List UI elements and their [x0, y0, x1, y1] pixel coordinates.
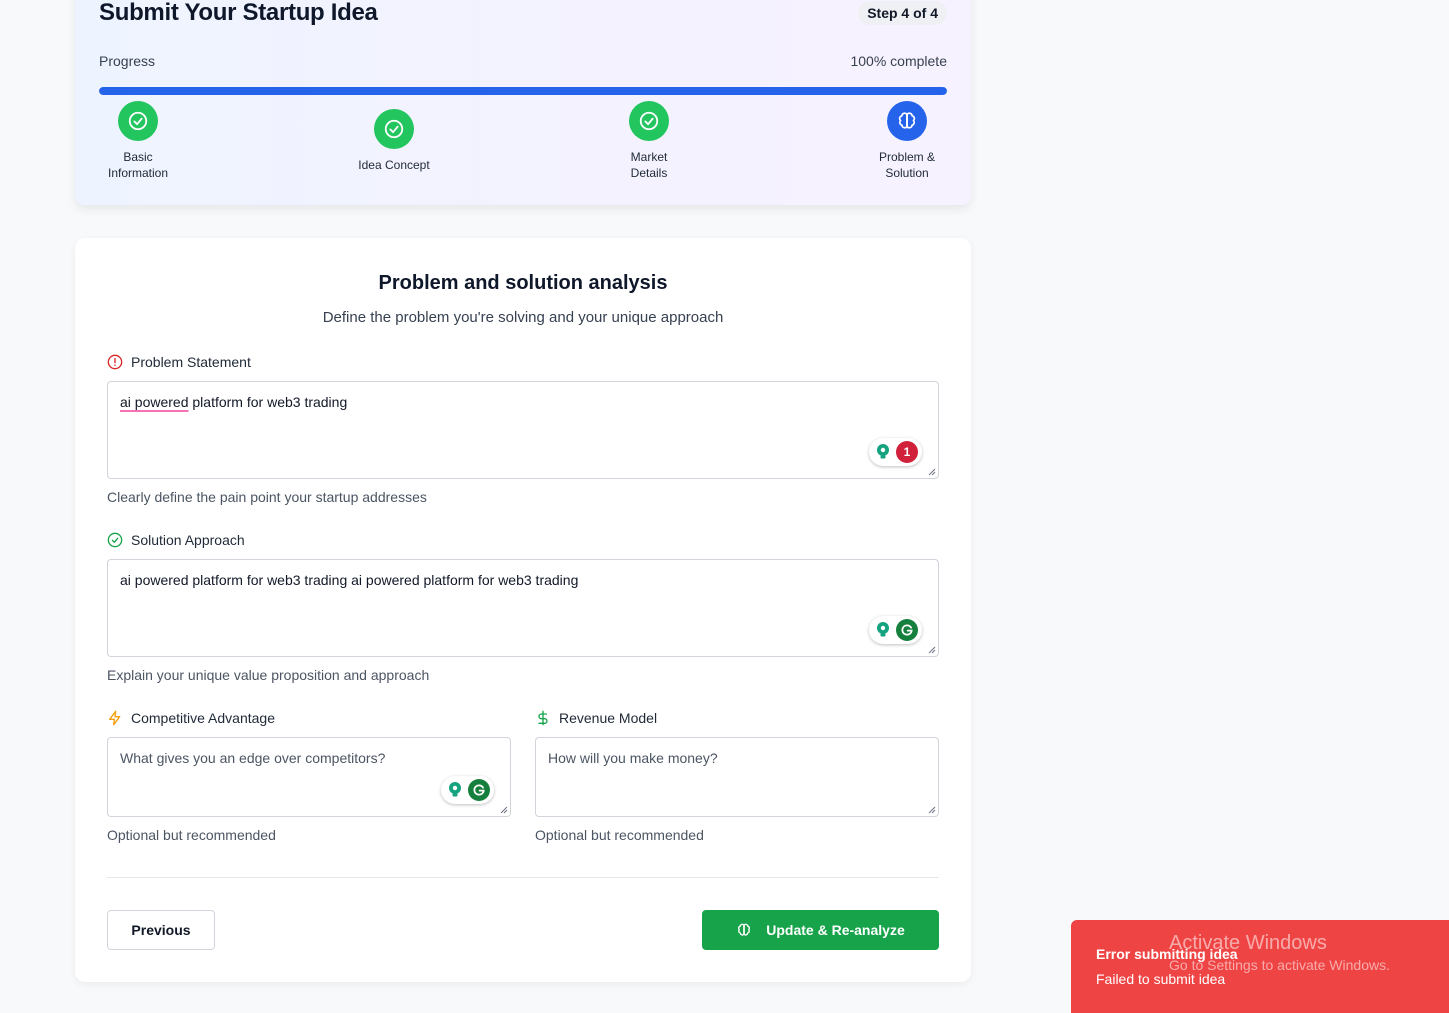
problem-statement-label: Problem Statement [107, 354, 251, 370]
revenue-helper-text: Optional but recommended [535, 827, 704, 843]
revenue-model-input[interactable]: How will you make money? [535, 737, 939, 817]
grammarly-widget[interactable] [869, 616, 922, 644]
grammarly-logo-icon [896, 619, 918, 641]
divider [107, 877, 939, 878]
resize-handle-icon[interactable] [928, 806, 936, 814]
dollar-icon [535, 710, 551, 726]
problem-statement-input[interactable]: ai powered platform for web3 trading 1 [107, 381, 939, 479]
solution-approach-input[interactable]: ai powered platform for web3 trading ai … [107, 559, 939, 657]
step-problem-solution[interactable]: Problem & Solution [842, 101, 972, 181]
brain-icon [887, 101, 927, 141]
progress-card: Submit Your Startup Idea Step 4 of 4 Pro… [75, 0, 971, 205]
grammarly-widget[interactable] [441, 776, 494, 804]
lightbulb-icon [873, 620, 893, 640]
alert-circle-icon [107, 354, 123, 370]
step-market-details[interactable]: Market Details [584, 101, 714, 181]
page-title: Submit Your Startup Idea [99, 0, 378, 26]
step-label: Market Details [630, 150, 668, 180]
progress-bar [99, 87, 947, 95]
solution-approach-label: Solution Approach [107, 532, 245, 548]
progress-bar-fill [99, 87, 947, 95]
lightbulb-icon [873, 442, 893, 462]
grammarly-widget[interactable]: 1 [869, 438, 922, 466]
competitive-advantage-label: Competitive Advantage [107, 710, 275, 726]
toast-message: Failed to submit idea [1096, 971, 1226, 987]
step-label: Basic Information [107, 150, 169, 180]
update-reanalyze-button[interactable]: Update & Re-analyze [702, 910, 939, 950]
check-circle-icon [118, 101, 158, 141]
lightning-icon [107, 710, 123, 726]
resize-handle-icon[interactable] [928, 468, 936, 476]
form-title: Problem and solution analysis [378, 272, 668, 294]
solution-helper-text: Explain your unique value proposition an… [107, 667, 430, 683]
resize-handle-icon[interactable] [500, 806, 508, 814]
form-card: Problem and solution analysis Define the… [75, 238, 971, 982]
resize-handle-icon[interactable] [928, 646, 936, 654]
toast-title: Error submitting idea [1096, 946, 1238, 962]
check-circle-icon [629, 101, 669, 141]
step-label: Idea Concept [358, 158, 430, 172]
grammar-issue-count: 1 [896, 441, 918, 463]
step-badge: Step 4 of 4 [858, 1, 947, 25]
check-circle-icon [374, 109, 414, 149]
brain-icon [736, 922, 752, 938]
grammarly-logo-icon [468, 779, 490, 801]
step-idea-concept[interactable]: Idea Concept [329, 109, 459, 173]
problem-helper-text: Clearly define the pain point your start… [107, 489, 427, 505]
check-circle-icon [107, 532, 123, 548]
lightbulb-icon [445, 780, 465, 800]
previous-button[interactable]: Previous [107, 910, 215, 950]
step-basic-information[interactable]: Basic Information [73, 101, 203, 181]
advantage-helper-text: Optional but recommended [107, 827, 276, 843]
progress-label: Progress [99, 53, 156, 69]
revenue-model-label: Revenue Model [535, 710, 657, 726]
update-button-label: Update & Re-analyze [766, 922, 905, 938]
spelling-flagged-text: ai powered [120, 394, 189, 410]
progress-percent: 100% complete [850, 53, 947, 69]
error-toast[interactable]: Error submitting idea Failed to submit i… [1071, 920, 1449, 1013]
form-subtitle: Define the problem you're solving and yo… [322, 309, 724, 326]
step-label: Problem & Solution [878, 150, 936, 180]
competitive-advantage-input[interactable]: What gives you an edge over competitors? [107, 737, 511, 817]
